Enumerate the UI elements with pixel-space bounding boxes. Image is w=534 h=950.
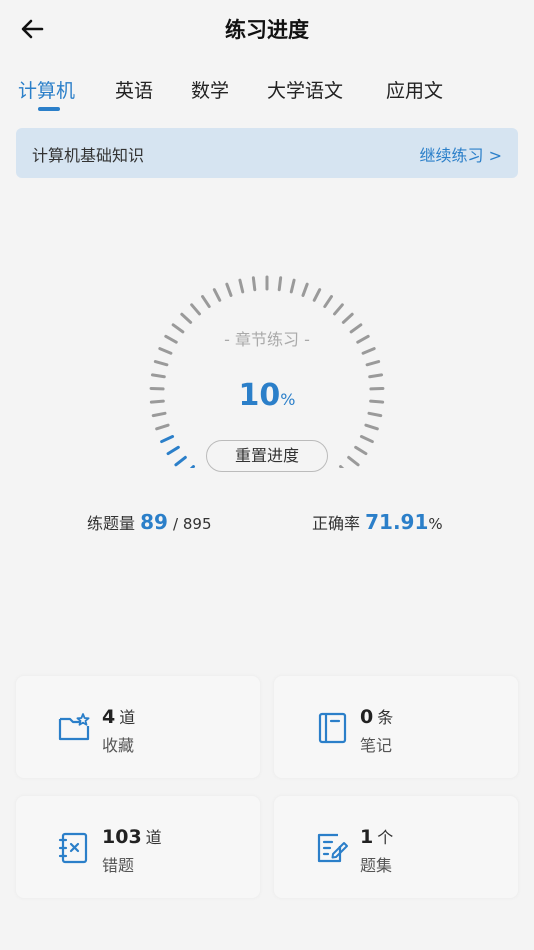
gauge-tick [354, 445, 368, 456]
header: 练习进度 [0, 0, 534, 58]
favorites-label: 收藏 [102, 736, 135, 755]
question-count-label: 练题量 [87, 514, 136, 533]
wrong-questions-card[interactable]: 103 道 错题 [16, 796, 260, 898]
continue-practice-link[interactable]: 继续练习 > [420, 142, 503, 166]
gauge-label: - 章节练习 - [224, 330, 310, 349]
gauge-tick [359, 435, 374, 444]
gauge-tick [365, 360, 381, 367]
accuracy-label: 正确率 [312, 514, 361, 533]
question-sets-card[interactable]: 1个 题集 [274, 796, 518, 898]
tab-math[interactable]: 数学 [191, 76, 229, 103]
tab-computer[interactable]: 计算机 [18, 76, 75, 103]
subject-tabs: 计算机 英语 数学 大学语文 应用文 [0, 70, 534, 114]
question-sets-count: 1 [360, 826, 374, 848]
wrong-book-icon [56, 830, 92, 866]
active-tab-indicator [38, 107, 60, 111]
notes-unit: 条 [377, 708, 394, 727]
favorites-count: 4 [102, 706, 116, 728]
gauge-tick [225, 282, 233, 297]
gauge-tick-filled [160, 435, 175, 444]
folder-star-icon [56, 710, 92, 746]
notes-count: 0 [360, 706, 374, 728]
question-count-stat: 练题量 89 / 895 [87, 510, 212, 534]
gauge-tick [301, 282, 309, 297]
page-title: 练习进度 [225, 18, 309, 42]
gauge-tick [341, 312, 354, 324]
gauge-tick [289, 278, 296, 294]
accuracy-unit: % [428, 515, 443, 533]
gauge-value: 10% [0, 378, 534, 413]
gauge-tick [347, 455, 360, 467]
gauge-tick [339, 465, 345, 468]
gauge-tick [212, 288, 222, 302]
gauge-tick-filled [189, 465, 195, 468]
question-sets-unit: 个 [377, 828, 394, 847]
gauge-tick [312, 288, 322, 302]
gauge-tick [323, 295, 333, 309]
chapter-banner[interactable]: 计算机基础知识 继续练习 > [16, 128, 518, 178]
question-count-value: 89 [140, 510, 168, 534]
question-sets-label: 题集 [360, 856, 393, 875]
wrong-questions-label: 错题 [102, 856, 135, 875]
gauge-tick [368, 373, 384, 379]
notebook-icon [314, 710, 350, 746]
chapter-title: 计算机基础知识 [32, 146, 145, 165]
gauge-tick-filled [174, 455, 187, 467]
notes-label: 笔记 [360, 736, 393, 755]
gauge-tick [367, 411, 383, 418]
gauge-tick [238, 278, 245, 294]
gauge-tick [180, 312, 193, 324]
wrong-questions-unit: 道 [145, 828, 162, 847]
favorites-unit: 道 [119, 708, 136, 727]
accuracy-stat: 正确率 71.91% [312, 510, 443, 534]
accuracy-value: 71.91 [365, 510, 429, 534]
tab-english[interactable]: 英语 [115, 76, 153, 103]
gauge-percent-number: 10 [238, 378, 281, 413]
gauge-tick [151, 411, 167, 418]
gauge-tick [155, 423, 170, 431]
tab-applied-writing[interactable]: 应用文 [386, 76, 443, 103]
gauge-tick-filled [166, 445, 180, 456]
gauge-percent-unit: % [280, 390, 296, 409]
gauge-tick [201, 295, 211, 309]
gauge-tick [277, 276, 283, 292]
gauge-tick [153, 360, 169, 367]
favorites-card[interactable]: 4道 收藏 [16, 676, 260, 778]
progress-gauge [149, 275, 385, 468]
gauge-tick [364, 423, 379, 431]
tab-college-chinese[interactable]: 大学语文 [267, 76, 343, 103]
edit-list-icon [314, 830, 350, 866]
gauge-tick [190, 303, 201, 316]
question-count-total: / 895 [173, 515, 212, 533]
gauge-tick [333, 303, 344, 316]
reset-progress-button[interactable]: 重置进度 [206, 440, 328, 472]
gauge-tick [150, 373, 166, 379]
wrong-questions-count: 103 [102, 826, 142, 848]
notes-card[interactable]: 0条 笔记 [274, 676, 518, 778]
gauge-tick [251, 276, 257, 292]
